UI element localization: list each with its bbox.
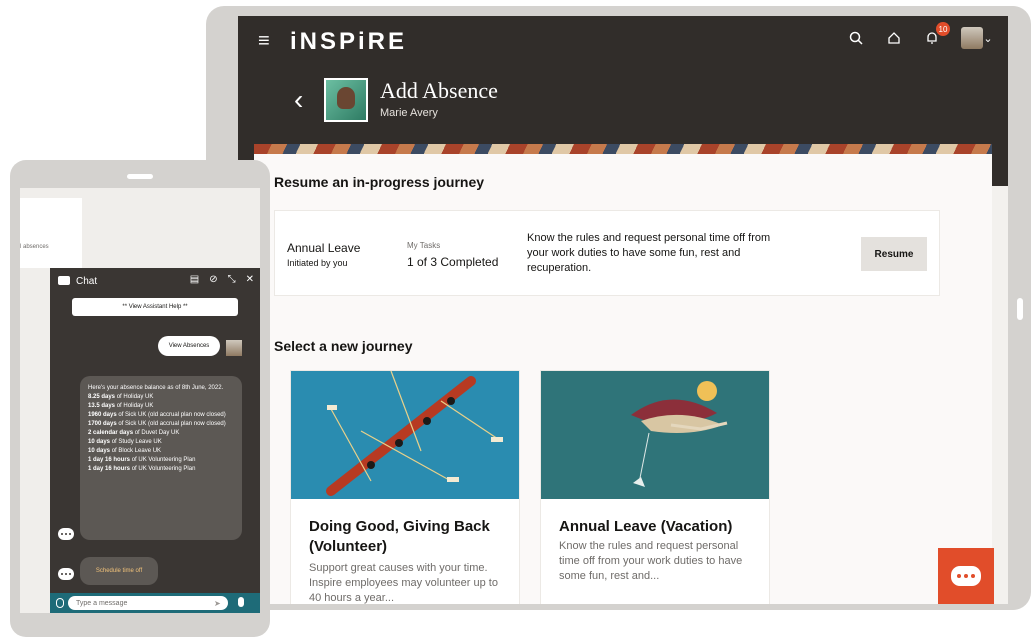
balance-line: 1700 days of Sick UK (old accrual plan n… [88,421,226,427]
balance-line: 2 calendar days of Duvet Day UK [88,430,180,436]
resume-card-title: Annual Leave [287,241,361,255]
balance-line: 1 day 16 hours of UK Volunteering Plan [88,457,196,463]
chat-icon [58,276,70,285]
stage: ≡ iNSPiRE 10 ⌄ ‹ Add Absence Marie Avery… [0,0,1031,637]
journey-card-description: Know the rules and request personal time… [559,540,743,582]
chat-header: Chat ▤ ⊘ ⤡ ✕ [50,268,260,294]
bot-avatar-icon [58,568,74,580]
app-logo[interactable]: iNSPiRE [290,28,407,56]
phone-screen: l absences Chat ▤ ⊘ ⤡ ✕ ** View Assistan… [20,188,260,613]
tablet-side-button [1017,298,1023,320]
balance-line: 1 day 16 hours of UK Volunteering Plan [88,466,196,472]
close-icon[interactable]: ✕ [246,274,254,285]
back-chevron-icon[interactable]: ‹ [294,84,303,116]
home-icon[interactable] [884,28,904,48]
user-menu[interactable]: ⌄ [960,27,994,49]
tablet-device: ≡ iNSPiRE 10 ⌄ ‹ Add Absence Marie Avery… [206,6,1031,610]
notification-badge: 10 [936,22,950,36]
resume-journey-card[interactable]: Annual Leave Initiated by you My Tasks 1… [274,210,940,296]
journey-card-description: Support great causes with your time. Ins… [309,562,498,604]
balance-line: 1960 days of Sick UK (old accrual plan n… [88,412,226,418]
page-title: Add Absence [380,78,498,103]
tablet-screen: ≡ iNSPiRE 10 ⌄ ‹ Add Absence Marie Avery… [238,16,1008,604]
balance-line: 13.5 days of Holiday UK [88,403,154,409]
resume-section-title: Resume an in-progress journey [274,174,485,190]
chat-tools: ▤ ⊘ ⤡ ✕ [190,274,254,285]
mute-icon[interactable]: ⊘ [209,274,217,285]
background-card-text: l absences [20,244,49,250]
bot-avatar-icon [58,528,74,540]
chat-title: Chat [76,276,98,287]
resume-button[interactable]: Resume [861,237,927,271]
employee-avatar [324,78,368,122]
mic-icon[interactable] [238,597,244,607]
tasks-value: 1 of 3 Completed [407,255,499,269]
bell-icon[interactable]: 10 [922,22,950,48]
journey-section-title: Select a new journey [274,338,413,354]
background-card [20,198,82,268]
bot-message: Here's your absence balance as of 8th Ju… [80,376,242,540]
chat-input-bar: ➤ [50,593,260,613]
user-message: View Absences [158,336,220,356]
attachment-icon[interactable] [56,598,64,608]
chat-panel: Chat ▤ ⊘ ⤡ ✕ ** View Assistant Help ** V… [50,268,260,613]
search-icon[interactable] [846,28,866,48]
collapse-icon[interactable]: ⤡ [228,274,236,285]
schedule-time-off-button[interactable]: Schedule time off [80,557,158,585]
phone-speaker [127,174,153,179]
send-icon[interactable]: ➤ [214,599,221,608]
avatar [961,27,984,49]
journey-card-title: Doing Good, Giving Back (Volunteer) [309,518,490,555]
resume-card-subtitle: Initiated by you [287,258,348,268]
hamburger-icon[interactable]: ≡ [258,30,270,53]
tasks-label: My Tasks [407,241,441,250]
resume-card-description: Know the rules and request personal time… [527,232,771,274]
chat-icon [951,566,981,586]
chat-launcher-button[interactable] [938,548,994,604]
journey-card-title: Annual Leave (Vacation) [559,518,733,535]
phone-device: l absences Chat ▤ ⊘ ⤡ ✕ ** View Assistan… [10,160,270,637]
transcript-icon[interactable]: ▤ [190,274,199,285]
top-icons: 10 ⌄ [846,22,994,49]
page-subtitle: Marie Avery [380,107,438,119]
avatar [226,340,242,356]
balance-line: 10 days of Block Leave UK [88,448,162,454]
journey-card-vacation[interactable]: Annual Leave (Vacation) Know the rules a… [540,370,770,604]
balance-line: 8.25 days of Holiday UK [88,394,154,400]
bot-intro: Here's your absence balance as of 8th Ju… [88,385,224,391]
chevron-down-icon: ⌄ [983,32,993,45]
rowing-boat-image [291,371,519,499]
balance-line: 10 days of Study Leave UK [88,439,162,445]
assistant-help-button[interactable]: ** View Assistant Help ** [72,298,238,316]
journey-card-volunteer[interactable]: Doing Good, Giving Back (Volunteer) Supp… [290,370,520,604]
swimmer-image [541,371,769,499]
message-input[interactable] [68,596,228,610]
